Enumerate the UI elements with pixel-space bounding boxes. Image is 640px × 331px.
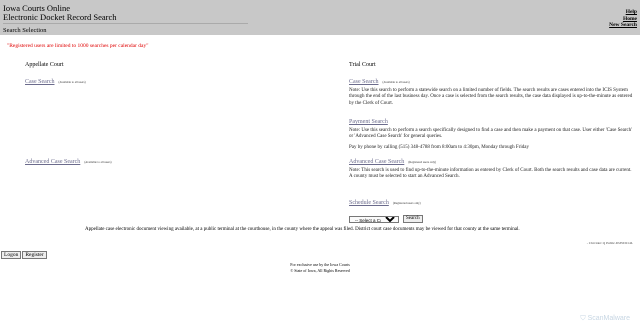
header-divider <box>3 23 248 24</box>
appellate-advanced-search-link[interactable]: Advanced Case Search <box>25 159 80 165</box>
document-viewing-notice: Appellate case electronic document viewi… <box>85 227 520 232</box>
trial-advanced-search: Advanced Case Search (Registered users o… <box>349 150 634 181</box>
availability-note: (Available to all users) <box>58 80 86 84</box>
payment-search-description: Note: Use this search to perform a searc… <box>349 128 633 140</box>
appellate-case-search: Case Search (Available to all users) <box>25 70 86 88</box>
schedule-search-button[interactable]: Search <box>403 215 423 224</box>
register-button[interactable]: Register <box>22 251 47 260</box>
appellate-advanced-search: Advanced Case Search (Available to all u… <box>25 150 112 168</box>
availability-note: (Registered users only) <box>408 160 437 164</box>
trial-heading: Trial Court <box>349 62 376 68</box>
schedule-search-link[interactable]: Schedule Search <box>349 200 389 206</box>
case-search-description: Note: Use this search to perform a state… <box>349 88 633 106</box>
exclusive-use-text: For exclusive use by the Iowa Courts <box>290 262 350 267</box>
trial-case-search-link[interactable]: Case Search <box>349 79 379 85</box>
copyright-text: © State of Iowa, All Rights Reserved <box>290 268 350 273</box>
country-select[interactable]: -- Select a Country -- <box>349 215 399 223</box>
payment-search-link[interactable]: Payment Search <box>349 119 388 125</box>
trial-advanced-search-link[interactable]: Advanced Case Search <box>349 159 404 165</box>
app-subtitle: Electronic Docket Record Search <box>3 12 117 22</box>
availability-note: (Available to all users) <box>382 80 410 84</box>
version-text: - Chrvidev Q Public.DvEtDCt4L <box>586 241 633 245</box>
advanced-search-description: Note: This search is used to find up-to-… <box>349 168 632 180</box>
watermark-text: ScanMalware <box>587 315 630 322</box>
scanmalware-watermark: ⛉ ScanMalware <box>580 315 630 323</box>
search-limit-notice: "Registered users are limited to 1000 se… <box>7 43 149 49</box>
availability-note: (Registered users only) <box>392 201 421 205</box>
schedule-search: Schedule Search (Registered users only) … <box>349 191 634 228</box>
header-links: Help Home New Search <box>609 9 637 29</box>
header-bar: Iowa Courts Online Electronic Docket Rec… <box>0 0 640 35</box>
page-title: Search Selection <box>3 27 47 34</box>
appellate-heading: Appellate Court <box>25 62 64 68</box>
shield-icon: ⛉ <box>580 315 586 322</box>
appellate-case-search-link[interactable]: Case Search <box>25 79 55 85</box>
trial-case-search: Case Search (Available to all users) Not… <box>349 70 634 107</box>
logon-button[interactable]: Logon <box>1 251 22 260</box>
availability-note: (Available to all users) <box>84 160 112 164</box>
new-search-link[interactable]: New Search <box>609 22 637 29</box>
trial-payment-search: Payment Search Note: Use this search to … <box>349 110 634 151</box>
